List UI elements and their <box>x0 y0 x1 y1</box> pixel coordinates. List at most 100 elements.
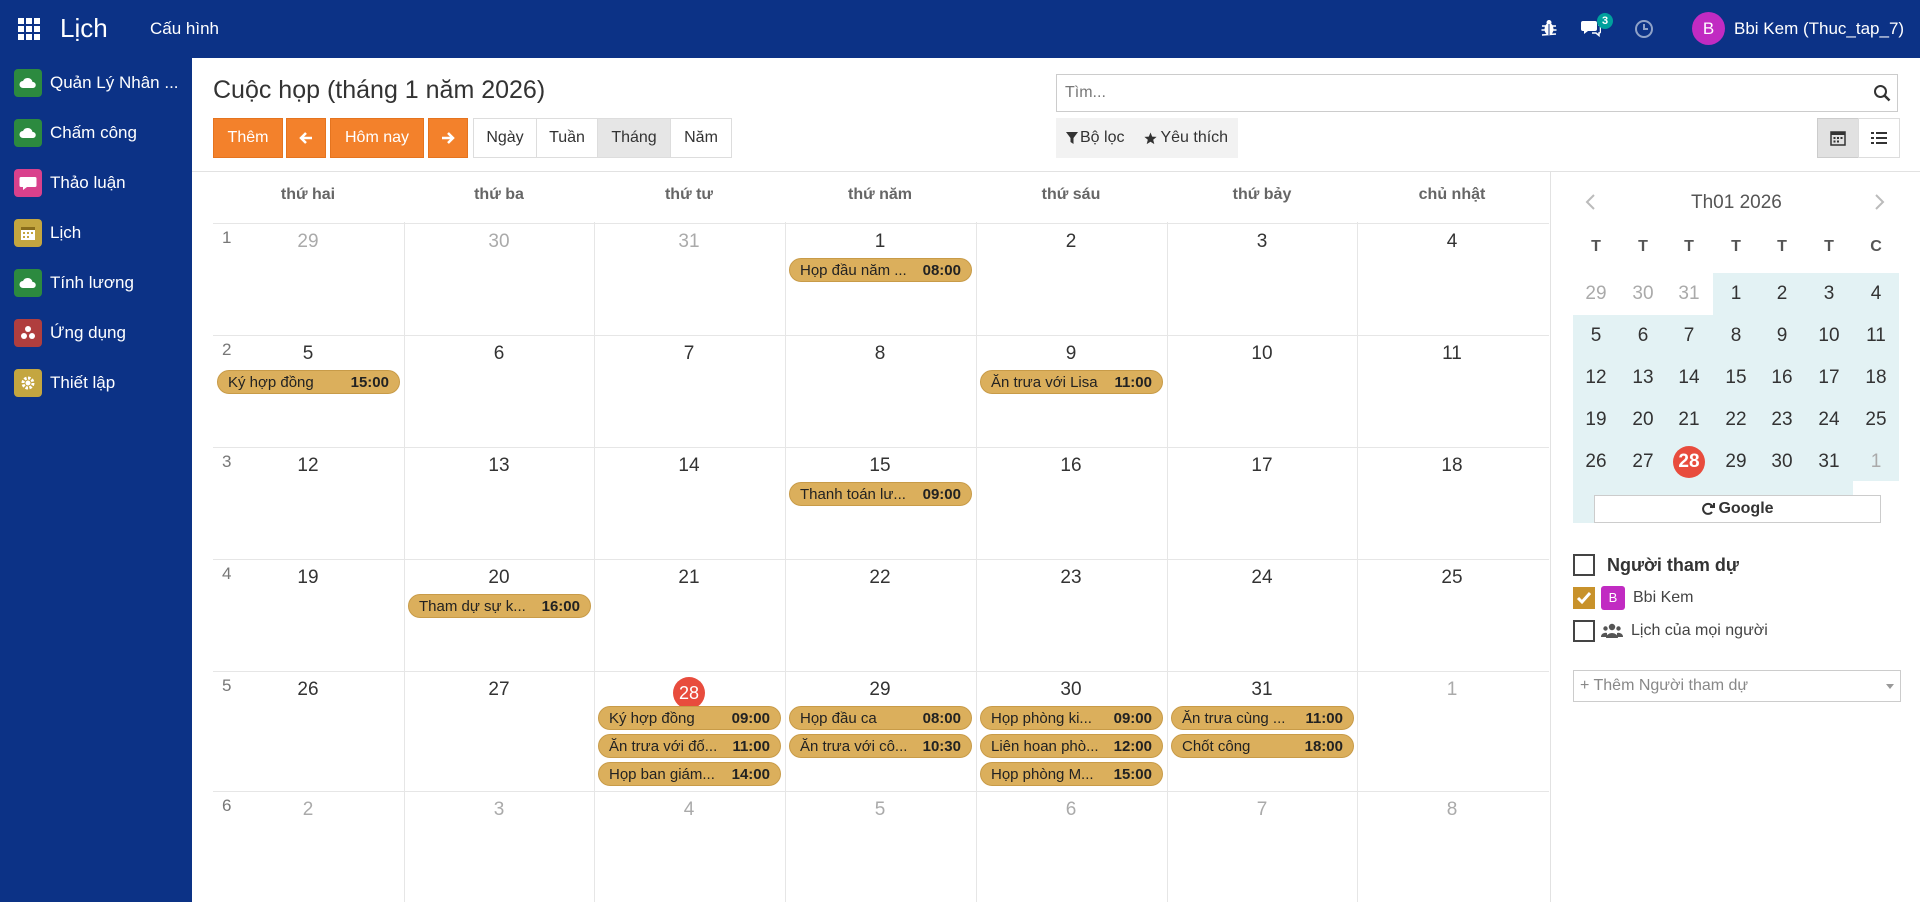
day-number[interactable]: 30 <box>976 679 1166 701</box>
sidebar-item-payroll[interactable]: Tính lương <box>14 269 190 297</box>
mini-day[interactable]: 11 <box>1853 315 1899 357</box>
day-number[interactable]: 30 <box>404 231 594 253</box>
user-name[interactable]: Bbi Kem (Thuc_tap_7) <box>1734 19 1904 39</box>
day-number[interactable]: 9 <box>976 343 1166 365</box>
search-icon[interactable] <box>1873 84 1891 102</box>
mini-day[interactable]: 30 <box>1759 441 1805 483</box>
day-number[interactable]: 31 <box>594 231 784 253</box>
mini-day[interactable]: 26 <box>1573 441 1619 483</box>
user-avatar[interactable]: B <box>1692 12 1725 45</box>
calendar-event[interactable]: Họp phòng ki... 09:00 <box>980 706 1163 730</box>
apps-grid-icon[interactable] <box>18 18 40 40</box>
day-number[interactable]: 1 <box>785 231 975 253</box>
next-button[interactable] <box>428 118 468 158</box>
day-number[interactable]: 14 <box>594 455 784 477</box>
day-number[interactable]: 19 <box>213 567 403 589</box>
mini-day[interactable]: 31 <box>1806 441 1852 483</box>
day-number[interactable]: 4 <box>1357 231 1547 253</box>
list-view-button[interactable] <box>1858 118 1900 158</box>
day-number[interactable]: 2 <box>976 231 1166 253</box>
day-number[interactable]: 17 <box>1167 455 1357 477</box>
mini-day[interactable]: 20 <box>1620 399 1666 441</box>
mini-day[interactable]: 21 <box>1666 399 1712 441</box>
mini-day[interactable]: 10 <box>1806 315 1852 357</box>
day-number[interactable]: 21 <box>594 567 784 589</box>
calendar-event[interactable]: Ăn trưa với cô... 10:30 <box>789 734 972 758</box>
calendar-event[interactable]: Tham dự sự k... 16:00 <box>408 594 591 618</box>
sidebar-item-employees[interactable]: Quản Lý Nhân ... <box>14 69 190 97</box>
mini-day[interactable]: 8 <box>1713 315 1759 357</box>
day-number[interactable]: 27 <box>404 679 594 701</box>
attendee-checkbox[interactable] <box>1573 620 1595 642</box>
google-sync-button[interactable]: Google <box>1594 495 1881 523</box>
mini-day[interactable]: 14 <box>1666 357 1712 399</box>
day-number[interactable]: 3 <box>404 799 594 821</box>
mini-day[interactable]: 31 <box>1666 273 1712 315</box>
today-day-number[interactable]: 28 <box>673 677 705 709</box>
mini-day[interactable]: 1 <box>1853 441 1899 483</box>
mini-day[interactable]: 29 <box>1713 441 1759 483</box>
scale-day-button[interactable]: Ngày <box>473 118 537 158</box>
day-number[interactable]: 23 <box>976 567 1166 589</box>
calendar-event[interactable]: Liên hoan phò... 12:00 <box>980 734 1163 758</box>
day-number[interactable]: 8 <box>785 343 975 365</box>
sidebar-item-apps[interactable]: Ứng dụng <box>14 319 190 347</box>
day-number[interactable]: 20 <box>404 567 594 589</box>
calendar-event[interactable]: Chốt công 18:00 <box>1171 734 1354 758</box>
day-number[interactable]: 11 <box>1357 343 1547 365</box>
sidebar-item-discuss[interactable]: Thảo luận <box>14 169 190 197</box>
day-number[interactable]: 24 <box>1167 567 1357 589</box>
mini-day[interactable]: 15 <box>1713 357 1759 399</box>
day-number[interactable]: 7 <box>1167 799 1357 821</box>
prev-button[interactable] <box>286 118 326 158</box>
attendee-row[interactable]: B Bbi Kem <box>1573 586 1693 610</box>
day-number[interactable]: 8 <box>1357 799 1547 821</box>
scale-week-button[interactable]: Tuần <box>536 118 598 158</box>
mini-day[interactable]: 23 <box>1759 399 1805 441</box>
attendees-all-checkbox[interactable] <box>1573 554 1595 576</box>
calendar-event[interactable]: Họp đầu ca 08:00 <box>789 706 972 730</box>
mini-day[interactable]: 1 <box>1713 273 1759 315</box>
day-number[interactable]: 7 <box>594 343 784 365</box>
mini-prev-icon[interactable] <box>1581 192 1601 212</box>
mini-day[interactable]: 18 <box>1853 357 1899 399</box>
day-number[interactable]: 2 <box>213 799 403 821</box>
calendar-event[interactable]: Thanh toán lư... 09:00 <box>789 482 972 506</box>
filter-button[interactable]: Bộ lọc <box>1056 118 1134 158</box>
day-number[interactable]: 1 <box>1357 679 1547 701</box>
add-button[interactable]: Thêm <box>213 118 283 158</box>
day-number[interactable]: 29 <box>785 679 975 701</box>
mini-day[interactable]: 25 <box>1853 399 1899 441</box>
day-number[interactable]: 3 <box>1167 231 1357 253</box>
mini-day[interactable]: 27 <box>1620 441 1666 483</box>
mini-day[interactable]: 5 <box>1573 315 1619 357</box>
day-number[interactable]: 13 <box>404 455 594 477</box>
day-number[interactable]: 25 <box>1357 567 1547 589</box>
mini-day[interactable]: 13 <box>1620 357 1666 399</box>
calendar-event[interactable]: Ăn trưa cùng ... 11:00 <box>1171 706 1354 730</box>
attendee-row[interactable]: Lịch của mọi người <box>1573 620 1768 642</box>
day-number[interactable]: 29 <box>213 231 403 253</box>
day-number[interactable]: 15 <box>785 455 975 477</box>
mini-today[interactable]: 28 <box>1673 446 1705 478</box>
add-attendee-select[interactable]: + Thêm Người tham dự <box>1573 670 1901 702</box>
mini-day[interactable]: 2 <box>1759 273 1805 315</box>
mini-day[interactable]: 7 <box>1666 315 1712 357</box>
sidebar-item-settings[interactable]: Thiết lập <box>14 369 190 397</box>
scale-year-button[interactable]: Năm <box>670 118 732 158</box>
day-number[interactable]: 4 <box>594 799 784 821</box>
sidebar-item-attendance[interactable]: Chấm công <box>14 119 190 147</box>
mini-day[interactable]: 6 <box>1620 315 1666 357</box>
day-number[interactable]: 5 <box>785 799 975 821</box>
calendar-event[interactable]: Ăn trưa với đố... 11:00 <box>598 734 781 758</box>
day-number[interactable]: 12 <box>213 455 403 477</box>
day-number[interactable]: 6 <box>976 799 1166 821</box>
mini-day[interactable]: 29 <box>1573 273 1619 315</box>
app-title[interactable]: Lịch <box>60 13 108 44</box>
calendar-event[interactable]: Ăn trưa với Lisa 11:00 <box>980 370 1163 394</box>
today-button[interactable]: Hôm nay <box>330 118 424 158</box>
menu-config[interactable]: Cấu hình <box>150 19 219 39</box>
mini-day[interactable]: 17 <box>1806 357 1852 399</box>
mini-day[interactable]: 3 <box>1806 273 1852 315</box>
mini-day[interactable]: 19 <box>1573 399 1619 441</box>
